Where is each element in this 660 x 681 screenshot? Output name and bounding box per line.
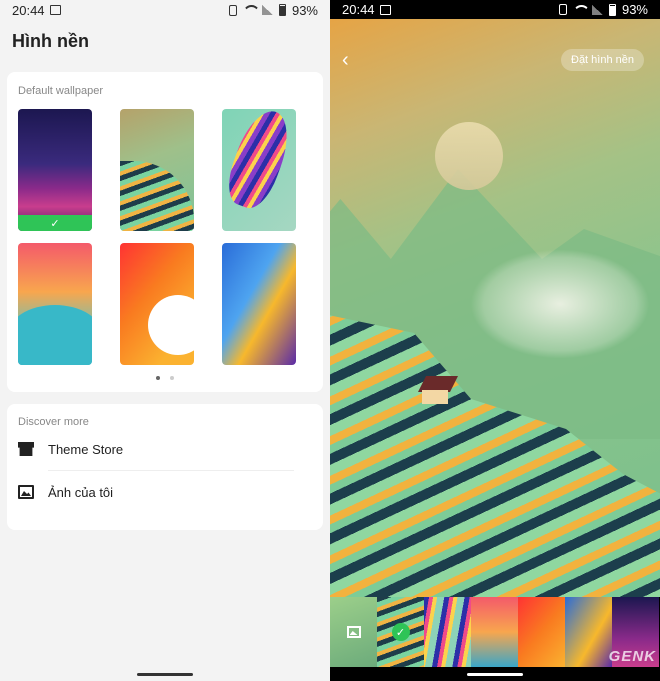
thumb-waves[interactable]: [471, 597, 518, 667]
wallpaper-thumb-swirl[interactable]: [222, 109, 296, 231]
wallpaper-grid: ✓: [18, 109, 312, 365]
navigation-bar: [0, 667, 330, 681]
default-wallpaper-card: Default wallpaper ✓: [7, 72, 323, 392]
wifi-icon: [573, 5, 586, 15]
store-icon: [18, 442, 34, 456]
page-title: Hình nền: [12, 30, 89, 51]
wallpaper-thumbnail-strip: ✓ GENK: [330, 597, 660, 667]
check-icon: ✓: [391, 623, 410, 641]
theme-store-item[interactable]: Theme Store: [18, 428, 312, 470]
page-dot-active: [156, 376, 160, 380]
set-wallpaper-button[interactable]: Đặt hình nền: [561, 49, 644, 71]
thumb-swirl[interactable]: [424, 597, 471, 667]
sun-shape: [435, 122, 503, 190]
home-gesture-bar[interactable]: [467, 672, 523, 676]
navigation-bar: [330, 667, 660, 681]
status-bar: 20:44 93%: [330, 0, 660, 19]
battery-percent: 93%: [621, 2, 648, 17]
vibrate-icon: [228, 4, 237, 16]
wallpaper-preview-image: ‹ Đặt hình nền: [330, 19, 660, 597]
selected-bar: ✓: [18, 215, 92, 231]
image-notification-icon: [49, 5, 61, 15]
my-photos-item[interactable]: Ảnh của tôi: [18, 471, 312, 513]
wallpaper-thumb-waves[interactable]: [18, 243, 92, 365]
wallpaper-thumb-blue-gold[interactable]: [222, 243, 296, 365]
section-title: Default wallpaper: [18, 85, 103, 97]
image-icon: [346, 626, 361, 638]
watermark: GENK: [608, 648, 656, 665]
wallpaper-settings-screen: 20:44 93% Hình nền Default wallpaper ✓ D…: [0, 0, 330, 681]
house-shape: [418, 376, 458, 406]
page-indicator: [7, 376, 323, 380]
battery-icon: [608, 3, 616, 16]
status-time: 20:44: [12, 2, 45, 18]
battery-percent: 93%: [291, 2, 318, 18]
back-arrow-icon[interactable]: ‹: [342, 49, 364, 71]
check-icon: ✓: [50, 217, 60, 230]
wallpaper-thumb-orange-curves[interactable]: [120, 243, 194, 365]
thumb-terraces-selected[interactable]: ✓: [377, 597, 424, 667]
theme-store-label: Theme Store: [48, 441, 124, 457]
wallpaper-preview-screen: 20:44 93% ‹ Đặt hình nền ✓ GENK: [330, 0, 660, 681]
signal-icon: [261, 5, 273, 15]
page-dot: [170, 376, 174, 380]
signal-icon: [591, 4, 603, 15]
wallpaper-thumb-city-night[interactable]: ✓: [18, 109, 92, 231]
section-title: Discover more: [18, 416, 89, 428]
wifi-icon: [243, 5, 256, 15]
home-gesture-bar[interactable]: [137, 672, 193, 676]
discover-more-card: Discover more Theme Store Ảnh của tôi: [7, 404, 323, 530]
status-time: 20:44: [342, 2, 375, 17]
thumb-orange-curves[interactable]: [518, 597, 565, 667]
wallpaper-thumb-terraces[interactable]: [120, 109, 194, 231]
battery-icon: [278, 4, 286, 16]
status-bar: 20:44 93%: [0, 0, 330, 20]
my-photos-label: Ảnh của tôi: [48, 484, 114, 500]
image-icon: [18, 485, 34, 499]
image-notification-icon: [379, 4, 391, 15]
gallery-thumb[interactable]: [330, 597, 377, 667]
thumb-blue-gold[interactable]: [565, 597, 612, 667]
vibrate-icon: [558, 4, 567, 15]
